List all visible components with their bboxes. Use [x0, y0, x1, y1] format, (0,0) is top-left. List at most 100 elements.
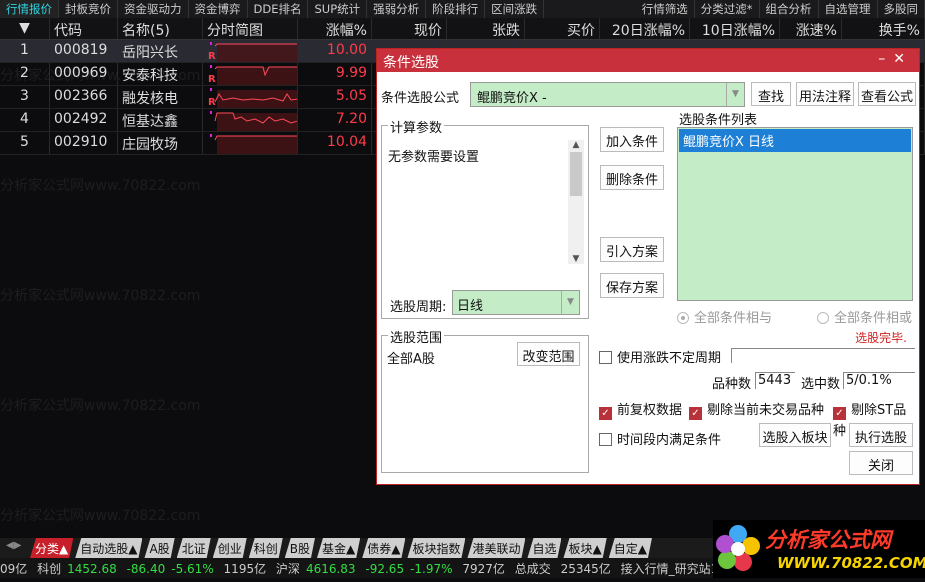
- col-name[interactable]: 名称(5): [118, 18, 203, 39]
- tab-category-filter[interactable]: 分类过滤*: [695, 0, 760, 18]
- btab-category[interactable]: 分类▲: [30, 538, 73, 558]
- find-button[interactable]: 查找: [751, 82, 791, 106]
- stock-code: 000969: [50, 63, 118, 85]
- tab-quotes[interactable]: 行情报价: [0, 0, 59, 18]
- sparkline-marker: [210, 65, 212, 68]
- btab-chinext[interactable]: 创业: [213, 538, 247, 558]
- tab-range-change[interactable]: 区间涨跌: [485, 0, 544, 18]
- col-20d[interactable]: 20日涨幅%: [600, 18, 690, 39]
- status-prev-amount: 09亿: [0, 562, 27, 576]
- params-scrollbar[interactable]: ▲ ▼: [568, 140, 584, 264]
- tab-strength[interactable]: 强弱分析: [367, 0, 426, 18]
- dialog-title: 条件选股: [383, 55, 439, 71]
- tab-capital-game[interactable]: 资金博弈: [189, 0, 248, 18]
- col-change-pct[interactable]: 涨幅%: [298, 18, 372, 39]
- change-pct: 9.99: [298, 63, 372, 85]
- connection-status: 接入行情_研究站1: [621, 562, 719, 576]
- hs-pct: -1.97%: [410, 562, 452, 576]
- btab-fund[interactable]: 基金▲: [317, 538, 360, 558]
- checkbox-icon: [599, 351, 612, 364]
- selected-label: 选中数: [801, 373, 840, 392]
- tab-limit-auction[interactable]: 封板竞价: [59, 0, 118, 18]
- exclude-notrade-checkbox[interactable]: ✓剔除当前未交易品种: [689, 399, 824, 420]
- btab-sector-index[interactable]: 板块指数: [407, 538, 465, 558]
- tab-combo-analysis[interactable]: 组合分析: [760, 0, 819, 18]
- radio-all-or[interactable]: 全部条件相或: [817, 307, 912, 326]
- stock-name: 融发核电: [118, 86, 203, 108]
- chevron-down-icon[interactable]: ▼: [726, 83, 744, 106]
- check-icon: ✓: [599, 407, 612, 420]
- btab-custom[interactable]: 自定▲: [609, 538, 652, 558]
- watermark: 分析家公式网www.70822.com: [0, 285, 200, 305]
- params-group: 计算参数 无参数需要设置 ▲ ▼ 选股周期: 日线 ▼: [381, 125, 589, 319]
- condition-list-item[interactable]: 鲲鹏竞价X 日线: [679, 129, 911, 152]
- kc-label: 科创: [37, 562, 61, 576]
- change-scope-button[interactable]: 改变范围: [517, 342, 580, 366]
- btab-watchlist[interactable]: 自选: [527, 538, 561, 558]
- row-index: 3: [0, 86, 50, 108]
- col-sort[interactable]: ▼: [0, 18, 50, 39]
- sparkline-marker: [210, 88, 212, 91]
- add-condition-button[interactable]: 加入条件: [600, 127, 664, 152]
- chevron-down-icon[interactable]: ▼: [561, 291, 579, 314]
- btab-b-share[interactable]: B股: [285, 538, 315, 558]
- row-index: 5: [0, 132, 50, 154]
- btab-block[interactable]: 板块▲: [563, 538, 606, 558]
- btab-auto-screen[interactable]: 自动选股▲: [75, 538, 142, 558]
- view-formula-button[interactable]: 查看公式: [858, 82, 916, 106]
- save-scheme-button[interactable]: 保存方案: [600, 273, 664, 298]
- sparkline-fill: [217, 44, 298, 62]
- col-price[interactable]: 现价: [372, 18, 447, 39]
- tab-sup-stats[interactable]: SUP统计: [308, 0, 367, 18]
- sparkline-marker: [210, 42, 212, 45]
- col-bid[interactable]: 买价: [525, 18, 600, 39]
- col-sparkline[interactable]: 分时简图: [203, 18, 298, 39]
- btab-hk-us[interactable]: 港美联动: [467, 538, 525, 558]
- formula-select[interactable]: 鲲鹏竞价X - ▼: [470, 82, 745, 107]
- tab-multi-stock[interactable]: 多股同: [878, 0, 925, 18]
- forward-adjust-label: 前复权数据: [617, 403, 682, 418]
- timerange-label: 时间段内满足条件: [617, 433, 721, 448]
- btab-bond[interactable]: 债券▲: [362, 538, 405, 558]
- logo-text: 分析家公式网: [765, 524, 891, 554]
- close-button[interactable]: 关闭: [849, 451, 913, 475]
- radio-all-and[interactable]: 全部条件相与: [677, 307, 772, 326]
- tab-dde-rank[interactable]: DDE排名: [248, 0, 309, 18]
- delete-condition-button[interactable]: 删除条件: [600, 165, 664, 190]
- col-code[interactable]: 代码: [50, 18, 118, 39]
- close-icon[interactable]: ✕: [893, 51, 913, 67]
- tab-screen[interactable]: 行情筛选: [636, 0, 695, 18]
- total-label: 总成交: [515, 562, 551, 576]
- col-turnover[interactable]: 换手%: [842, 18, 925, 39]
- col-change[interactable]: 张跌: [447, 18, 525, 39]
- sparkline-marker: [210, 134, 212, 137]
- col-10d[interactable]: 10日涨幅%: [690, 18, 780, 39]
- usage-button[interactable]: 用法注释: [796, 82, 854, 106]
- period-select[interactable]: 日线 ▼: [452, 290, 580, 315]
- tab-capital-drive[interactable]: 资金驱动力: [118, 0, 189, 18]
- add-to-block-button[interactable]: 选股入板块: [759, 423, 831, 447]
- sparkline-r-marker: R: [208, 51, 216, 62]
- tab-watchlist-mgmt[interactable]: 自选管理: [819, 0, 878, 18]
- timerange-checkbox[interactable]: 时间段内满足条件: [599, 429, 721, 448]
- scroll-arrows-icon[interactable]: ◀▶: [0, 538, 30, 558]
- btab-a-share[interactable]: A股: [144, 538, 174, 558]
- sparkline-marker: [210, 111, 212, 114]
- condition-list[interactable]: 鲲鹏竞价X 日线: [677, 127, 913, 301]
- minimize-button[interactable]: –: [878, 51, 893, 67]
- use-period-checkbox[interactable]: 使用涨跌不定周期: [599, 347, 721, 366]
- period-label: 选股周期:: [390, 296, 446, 315]
- sparkline-r-marker: R: [208, 74, 216, 85]
- logo-url: WWW.70822.COM: [777, 554, 925, 572]
- exclude-notrade-label: 剔除当前未交易品种: [707, 403, 824, 418]
- import-scheme-button[interactable]: 引入方案: [600, 237, 664, 262]
- col-speed[interactable]: 涨速%: [780, 18, 842, 39]
- status-text: 选股完毕.: [855, 329, 907, 346]
- run-screen-button[interactable]: 执行选股: [849, 423, 913, 447]
- btab-star[interactable]: 科创: [249, 538, 283, 558]
- forward-adjust-checkbox[interactable]: ✓ 前复权数据: [599, 399, 682, 420]
- period-input[interactable]: [731, 348, 915, 363]
- check-icon: ✓: [833, 407, 846, 420]
- btab-bse[interactable]: 北证: [177, 538, 211, 558]
- tab-stage-rank[interactable]: 阶段排行: [426, 0, 485, 18]
